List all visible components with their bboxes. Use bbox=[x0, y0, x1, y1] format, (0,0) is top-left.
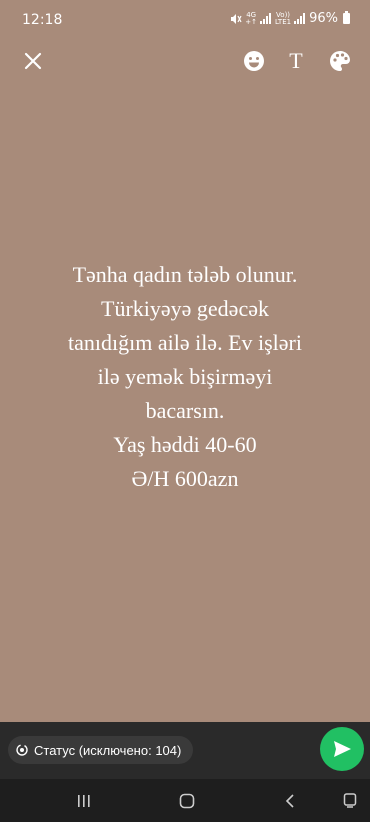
network-type-bottom: +↑ bbox=[245, 17, 257, 26]
emoji-icon bbox=[244, 51, 264, 71]
close-icon bbox=[24, 52, 42, 70]
back-button[interactable] bbox=[279, 790, 303, 812]
color-button[interactable] bbox=[325, 46, 355, 76]
system-nav-bar bbox=[0, 779, 370, 822]
volte-indicator: Vo)) LTE1 bbox=[275, 11, 292, 26]
keyboard-icon bbox=[343, 793, 357, 808]
privacy-icon bbox=[16, 744, 28, 756]
recents-icon bbox=[78, 795, 90, 807]
mute-icon bbox=[231, 13, 242, 24]
status-line: Yaş həddi 40-60 bbox=[113, 432, 257, 457]
battery-level: 96% bbox=[309, 11, 338, 26]
palette-icon bbox=[330, 51, 350, 71]
status-line: tanıdığım ailə ilə. Ev işləri bbox=[68, 330, 302, 355]
text-tool-button[interactable]: T bbox=[281, 46, 311, 76]
status-line: ilə yemək bişirməyi bbox=[97, 364, 273, 389]
signal-icon-2 bbox=[294, 13, 306, 24]
recents-button[interactable] bbox=[72, 790, 96, 812]
clock: 12:18 bbox=[22, 12, 63, 28]
keyboard-toggle-button[interactable] bbox=[338, 790, 362, 812]
send-button[interactable] bbox=[320, 727, 364, 771]
status-line: Ə/H 600azn bbox=[131, 466, 239, 491]
home-button[interactable] bbox=[175, 790, 199, 812]
send-icon bbox=[334, 741, 351, 757]
back-icon bbox=[285, 794, 294, 808]
status-footer: Статус (исключено: 104) bbox=[0, 722, 370, 779]
status-text-content[interactable]: Tənha qadın tələb olunur. Türkiyəyə gedə… bbox=[20, 258, 350, 496]
audience-label: Статус (исключено: 104) bbox=[34, 742, 182, 758]
signal-icon bbox=[260, 13, 271, 24]
battery-icon bbox=[343, 11, 350, 24]
network-type: 4G +↑ bbox=[245, 11, 257, 26]
status-icons: 4G +↑ Vo)) LTE1 96% bbox=[230, 11, 350, 26]
status-line: Tənha qadın tələb olunur. bbox=[72, 262, 298, 287]
home-icon bbox=[179, 793, 195, 809]
volte-bottom: LTE1 bbox=[275, 17, 292, 26]
text-icon: T bbox=[289, 48, 303, 73]
audience-chip[interactable]: Статус (исключено: 104) bbox=[8, 736, 194, 764]
status-line: bacarsın. bbox=[145, 398, 225, 423]
editor-toolbar: T bbox=[0, 38, 370, 84]
close-button[interactable] bbox=[18, 46, 48, 76]
status-bar: 12:18 4G +↑ Vo)) LTE1 96% bbox=[0, 0, 370, 38]
status-line: Türkiyəyə gedəcək bbox=[101, 296, 269, 321]
emoji-button[interactable] bbox=[239, 46, 269, 76]
